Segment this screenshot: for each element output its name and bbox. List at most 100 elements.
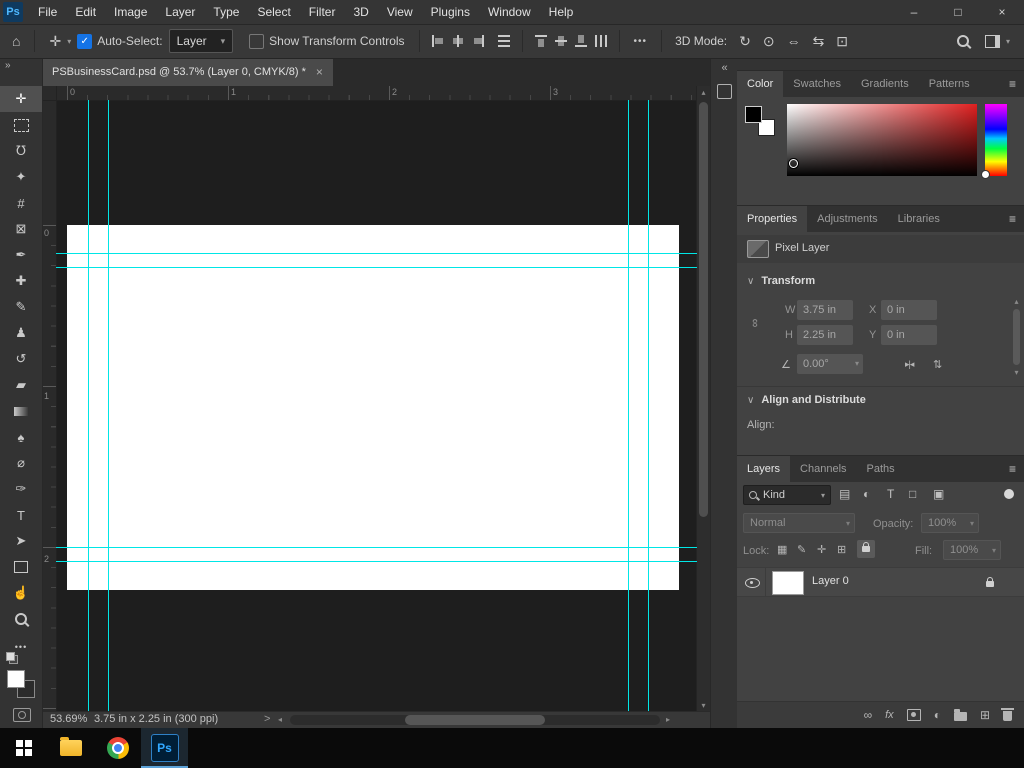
3d-slide-icon[interactable]: ⇆ — [807, 33, 831, 50]
workspace-icon[interactable] — [985, 35, 1000, 48]
color-foreground-background[interactable] — [745, 106, 775, 136]
rotate-field[interactable]: 0.00° ▾ — [797, 354, 863, 374]
opacity-field[interactable]: 100% ▾ — [921, 513, 979, 533]
properties-scroll-thumb[interactable] — [1013, 309, 1020, 365]
tool-frame[interactable]: ⊠ — [0, 216, 42, 242]
saturation-brightness-field[interactable] — [787, 104, 977, 176]
horizontal-scroll-thumb[interactable] — [405, 715, 545, 725]
scroll-up-icon[interactable]: ▴ — [1011, 297, 1022, 306]
panel-menu-icon[interactable]: ≡ — [1009, 456, 1016, 482]
align-right-edges-icon[interactable] — [472, 35, 484, 47]
transform-section-header[interactable]: ∨Transform — [747, 275, 815, 287]
status-chevron-icon[interactable]: > — [264, 713, 270, 725]
tab-properties[interactable]: Properties — [737, 206, 807, 232]
3d-pan-icon[interactable]: ⇔ — [781, 33, 807, 49]
tool-rectangle[interactable] — [0, 554, 42, 580]
collapse-panels-icon[interactable]: « — [711, 62, 738, 74]
scroll-down-icon[interactable]: ▾ — [697, 701, 710, 710]
menu-select[interactable]: Select — [248, 0, 299, 24]
x-field[interactable]: 0 in — [881, 300, 937, 320]
document-tab[interactable]: PSBusinessCard.psd @ 53.7% (Layer 0, CMY… — [42, 58, 333, 86]
scroll-left-icon[interactable]: ◂ — [278, 715, 282, 724]
tool-history-brush[interactable]: ↺ — [0, 346, 42, 372]
tool-hand[interactable]: ☝ — [0, 580, 42, 606]
blend-mode-dropdown[interactable]: Normal ▾ — [743, 513, 855, 533]
tool-brush[interactable]: ✎ — [0, 294, 42, 320]
collapsed-panel-icon[interactable] — [717, 84, 732, 99]
filter-pixel-layers-icon[interactable]: ▤ — [839, 487, 850, 501]
foreground-color-swatch[interactable] — [745, 106, 762, 123]
tab-channels[interactable]: Channels — [790, 456, 856, 482]
scroll-up-icon[interactable]: ▴ — [697, 88, 710, 97]
tool-eyedropper[interactable]: ✒ — [0, 242, 42, 268]
tool-preset-dropdown-icon[interactable]: ▾ — [67, 37, 71, 46]
layer-effects-icon[interactable]: fx — [885, 709, 894, 721]
more-options-icon[interactable]: ••• — [628, 36, 654, 47]
color-cursor[interactable] — [789, 159, 798, 168]
minimize-button[interactable]: – — [892, 0, 936, 24]
show-transform-checkbox[interactable] — [249, 34, 264, 49]
filter-toggle-icon[interactable] — [1004, 489, 1014, 499]
filter-shape-layers-icon[interactable]: □ — [909, 487, 916, 501]
distribute-vertical-icon[interactable] — [595, 35, 607, 47]
chevron-down-icon[interactable]: ▾ — [855, 354, 859, 374]
tool-zoom[interactable] — [0, 606, 42, 632]
height-field[interactable]: 2.25 in — [797, 325, 853, 345]
tab-close-icon[interactable]: × — [316, 65, 323, 79]
menu-layer[interactable]: Layer — [156, 0, 204, 24]
tool-crop[interactable]: # — [0, 190, 42, 216]
width-field[interactable]: 3.75 in — [797, 300, 853, 320]
vertical-scroll-thumb[interactable] — [699, 102, 708, 517]
tool-healing-brush[interactable]: ✚ — [0, 268, 42, 294]
tab-libraries[interactable]: Libraries — [888, 206, 950, 232]
menu-3d[interactable]: 3D — [344, 0, 377, 24]
tool-object-selection[interactable]: ✦ — [0, 164, 42, 190]
hue-slider[interactable] — [985, 104, 1007, 176]
tab-layers[interactable]: Layers — [737, 456, 790, 482]
adjustment-layer-icon[interactable]: ◐ — [934, 708, 941, 722]
layer-mask-icon[interactable] — [907, 709, 921, 721]
fill-field[interactable]: 100% ▾ — [943, 540, 1001, 560]
horizontal-scrollbar[interactable] — [290, 715, 660, 725]
document-canvas[interactable] — [67, 225, 679, 590]
tab-gradients[interactable]: Gradients — [851, 71, 919, 97]
3d-scale-icon[interactable]: ⊡ — [830, 33, 854, 50]
photoshop-taskbar-button[interactable]: Ps — [141, 728, 188, 768]
lock-transparent-icon[interactable]: ▦ — [777, 543, 787, 556]
default-colors-icon[interactable] — [6, 652, 18, 664]
tab-color[interactable]: Color — [737, 71, 783, 97]
properties-scrollbar[interactable]: ▴ ▾ — [1011, 297, 1022, 457]
menu-edit[interactable]: Edit — [66, 0, 105, 24]
lock-all-button[interactable] — [857, 540, 875, 558]
filter-type-layers-icon[interactable]: T — [887, 487, 894, 501]
tool-blur[interactable]: ♠ — [0, 424, 42, 450]
align-left-edges-icon[interactable] — [432, 35, 444, 47]
foreground-color-swatch[interactable] — [7, 670, 25, 688]
scroll-down-icon[interactable]: ▾ — [1011, 368, 1022, 377]
toolbar-expand-icon[interactable]: » — [0, 58, 42, 76]
panel-menu-icon[interactable]: ≡ — [1009, 206, 1016, 232]
tab-adjustments[interactable]: Adjustments — [807, 206, 888, 232]
flip-horizontal-icon[interactable]: ▸|◂ — [905, 359, 913, 370]
close-button[interactable]: × — [980, 0, 1024, 24]
tool-lasso[interactable]: ℧ — [0, 138, 42, 164]
y-field[interactable]: 0 in — [881, 325, 937, 345]
layer-visibility-icon[interactable] — [745, 578, 760, 588]
menu-view[interactable]: View — [378, 0, 422, 24]
auto-select-checkbox[interactable]: ✓ — [77, 34, 92, 49]
home-icon[interactable]: ⌂ — [6, 33, 26, 49]
tool-pen[interactable]: ✑ — [0, 476, 42, 502]
tool-gradient[interactable] — [0, 398, 42, 424]
layer-name[interactable]: Layer 0 — [812, 575, 849, 587]
tool-clone-stamp[interactable]: ♟ — [0, 320, 42, 346]
menu-plugins[interactable]: Plugins — [422, 0, 479, 24]
foreground-background-colors[interactable] — [7, 670, 35, 698]
search-icon[interactable] — [957, 35, 969, 47]
menu-window[interactable]: Window — [479, 0, 540, 24]
auto-select-dropdown[interactable]: Layer ▾ — [169, 29, 234, 53]
layer-thumbnail[interactable] — [772, 571, 804, 595]
align-section-header[interactable]: ∨Align and Distribute — [747, 394, 866, 406]
menu-type[interactable]: Type — [204, 0, 248, 24]
panel-menu-icon[interactable]: ≡ — [1009, 71, 1016, 97]
lock-artboard-icon[interactable]: ⊞ — [837, 543, 846, 556]
